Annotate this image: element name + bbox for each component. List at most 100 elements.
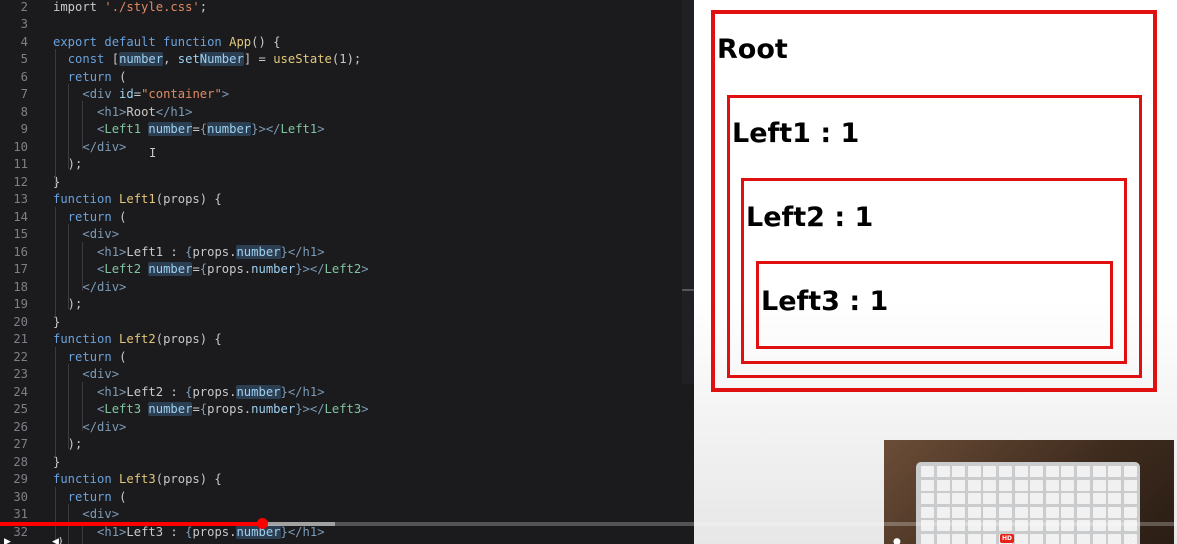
code-text: </div> <box>82 419 127 434</box>
code-line: 15 <div> <box>0 226 694 244</box>
line-number: 20 <box>13 314 28 329</box>
code-line: 27 ); <box>0 436 694 454</box>
line-number: 11 <box>13 157 28 171</box>
line-number: 22 <box>13 349 28 364</box>
keyboard-key <box>1077 493 1090 504</box>
keyboard-key <box>1061 533 1075 544</box>
line-number: 21 <box>13 332 28 346</box>
code-line: 16 <h1>Left1 : {props.number}</h1> <box>0 244 694 262</box>
keyboard-key <box>936 466 950 477</box>
keyboard-key <box>1061 479 1075 491</box>
code-line: 2 import './style.css'; <box>0 0 694 16</box>
line-number: 6 <box>20 69 28 84</box>
keyboard-key <box>952 493 966 504</box>
code-line: 10 </div> <box>0 139 694 157</box>
code-line: 12} <box>0 174 694 192</box>
line-number: 12 <box>13 174 28 189</box>
keyboard-key <box>983 479 997 491</box>
keyboard-key <box>983 493 997 504</box>
code-text: function Left1(props) { <box>53 192 222 206</box>
code-line: 29 function Left3(props) { <box>0 471 694 489</box>
indent-guide <box>55 207 56 317</box>
keyboard-key <box>1030 533 1044 544</box>
indent-guide <box>55 487 56 544</box>
keyboard-key <box>952 506 966 518</box>
keyboard-key <box>1045 506 1059 518</box>
code-line: 17 <Left2 number={props.number}></Left2> <box>0 261 694 279</box>
keyboard-key <box>1108 493 1122 504</box>
code-text: <h1>Left1 : {props.number}</h1> <box>97 244 325 259</box>
keyboard-key <box>1077 506 1090 518</box>
fullscreen-icon[interactable]: ⛶ <box>1128 537 1134 544</box>
text-cursor-icon: I <box>149 146 157 160</box>
line-number: 4 <box>20 34 28 49</box>
line-number: 15 <box>13 227 28 241</box>
code-editor[interactable]: 2 import './style.css'; 3 4 export default f… <box>0 0 694 544</box>
line-number: 23 <box>13 367 28 381</box>
keyboard-key <box>1030 466 1044 477</box>
code-line: 31 <div> <box>0 506 694 524</box>
code-line: 3 <box>0 16 694 34</box>
code-line: 6 return ( <box>0 69 694 87</box>
keyboard-key <box>952 533 966 544</box>
indent-guide <box>55 347 56 457</box>
code-line: 20} <box>0 314 694 332</box>
keyboard-key <box>967 533 981 544</box>
keyboard-key <box>999 506 1012 518</box>
indent-guide <box>82 242 83 291</box>
keyboard-key <box>1045 533 1059 544</box>
root-heading: Root <box>717 34 788 65</box>
code-line: 14 return ( <box>0 209 694 227</box>
keyboard-key <box>1030 493 1044 504</box>
line-number: 2 <box>20 0 28 14</box>
keyboard-key <box>967 493 981 504</box>
code-text: <Left2 number={props.number}></Left2> <box>97 262 369 276</box>
line-number: 14 <box>13 209 28 224</box>
settings-icon[interactable]: ● <box>893 537 901 544</box>
video-progress-bar[interactable] <box>0 518 1177 529</box>
line-number: 18 <box>13 279 28 294</box>
indent-guide <box>55 49 56 187</box>
code-text: return ( <box>67 209 127 224</box>
webcam-thumbnail <box>884 440 1174 544</box>
left3-heading: Left3 : 1 <box>761 286 889 317</box>
keyboard-key <box>1061 466 1075 477</box>
keyboard-key <box>1092 533 1106 544</box>
keyboard-key <box>1045 493 1059 504</box>
play-icon[interactable]: ▶ <box>4 537 11 544</box>
code-line: 5 const [number, setNumber] = useState(1… <box>0 51 694 69</box>
keyboard-key <box>921 493 934 504</box>
code-line: 9 <Left1 number={number}></Left1> <box>0 121 694 139</box>
keyboard-key <box>1061 493 1075 504</box>
keyboard-key <box>999 493 1012 504</box>
line-number: 10 <box>13 139 28 154</box>
indent-guide <box>82 101 83 150</box>
keyboard-key <box>1092 506 1106 518</box>
keyboard-key <box>1123 506 1137 518</box>
keyboard-key <box>936 493 950 504</box>
keyboard-key <box>1123 479 1137 491</box>
keyboard-key <box>1092 479 1106 491</box>
keyboard-key <box>936 479 950 491</box>
code-line: 32 <h1>Left3 : {props.number}</h1> <box>0 524 694 542</box>
code-line: 23 <div> <box>0 366 694 384</box>
keyboard-key <box>1123 493 1137 504</box>
code-line: 4 export default function App() { <box>0 34 694 52</box>
keyboard-key <box>1092 466 1106 477</box>
volume-icon[interactable]: ◀) <box>52 537 62 544</box>
keyboard-key <box>1123 466 1137 477</box>
line-number: 5 <box>20 52 28 66</box>
hd-badge: HD <box>1000 534 1014 543</box>
keyboard-key <box>1030 506 1044 518</box>
code-text: const [number, setNumber] = useState(1); <box>67 52 362 66</box>
keyboard-key <box>999 479 1012 491</box>
line-number: 19 <box>13 297 28 311</box>
code-line: 8 <h1>Root</h1> <box>0 104 694 122</box>
code-text: <div> <box>82 367 120 381</box>
keyboard-key <box>921 466 934 477</box>
indent-guide <box>82 382 83 431</box>
keyboard-key <box>936 533 950 544</box>
code-line: 30 return ( <box>0 489 694 507</box>
line-number: 26 <box>13 419 28 434</box>
editor-scrollbar[interactable] <box>682 0 694 384</box>
